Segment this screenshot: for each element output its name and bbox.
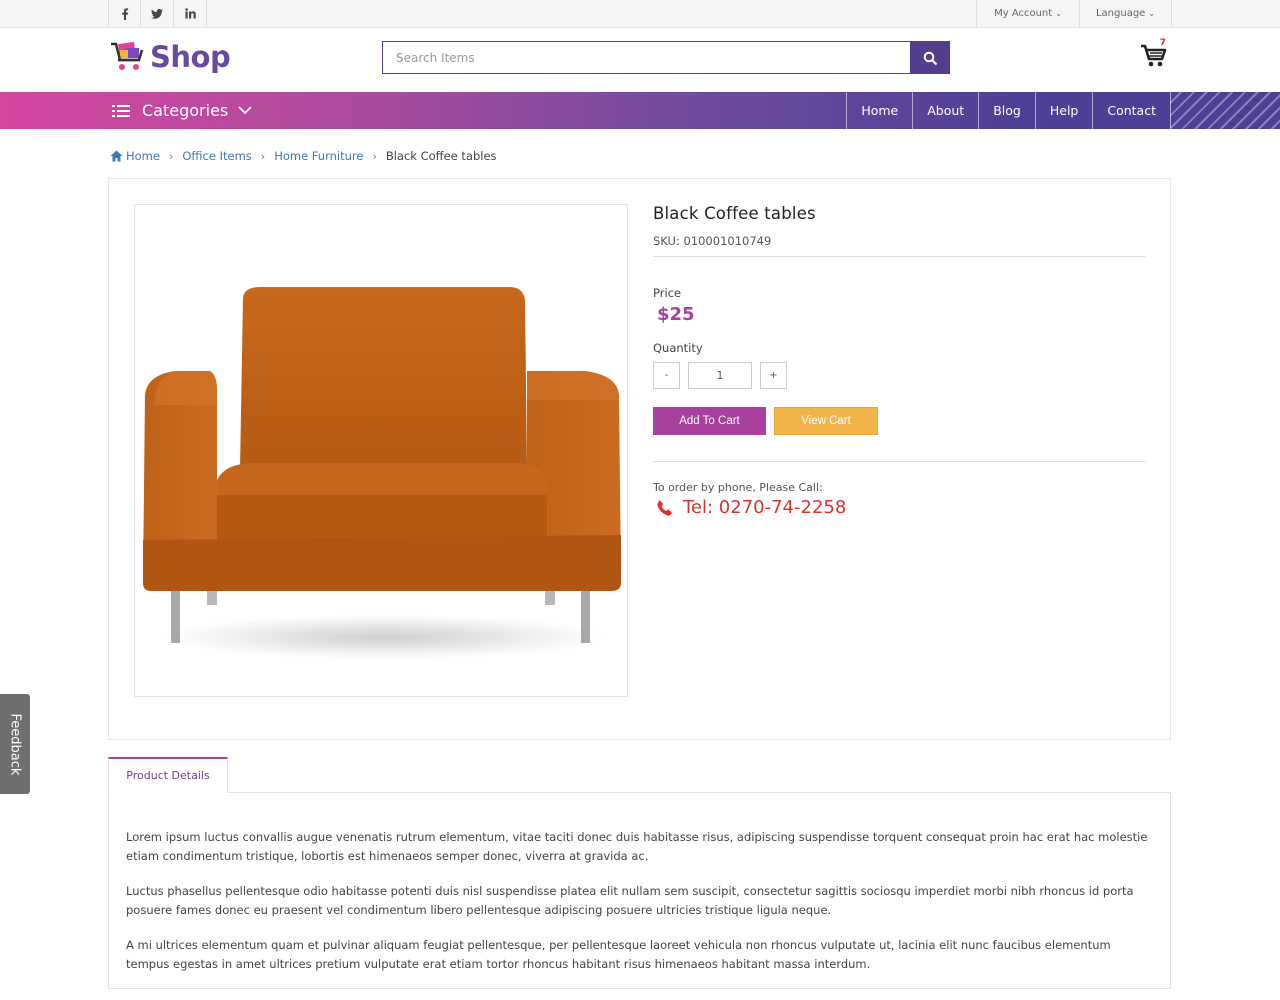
product-sku: SKU: 010001010749 [653,234,772,248]
view-cart-button[interactable]: View Cart [774,407,878,435]
logo-text: Shop [150,40,231,74]
product-image [134,204,628,697]
chevron-down-icon: ⌄ [1148,9,1156,18]
search-input[interactable] [382,41,910,74]
quantity-decrease-button[interactable]: - [653,362,680,389]
quantity-label: Quantity [653,341,703,355]
chevron-down-icon [238,106,252,115]
nav-item-home[interactable]: Home [846,92,912,129]
breadcrumb-home[interactable]: Home [110,149,160,163]
chevron-right-icon: › [260,149,266,163]
chevron-right-icon: › [372,149,377,163]
details-paragraph: A mi ultrices elementum quam et pulvinar… [126,938,1111,971]
breadcrumb: Home › Office Items › Home Furniture › B… [110,149,497,163]
quantity-increase-button[interactable]: + [760,362,787,389]
product-info: Black Coffee tables SKU: 010001010749 Pr… [653,204,1146,518]
twitter-icon[interactable] [141,0,174,27]
cart-button[interactable]: 7 [1139,38,1171,72]
categories-label: Categories [142,101,229,120]
header: Shop 7 [0,28,1280,92]
nav-item-about[interactable]: About [912,92,978,129]
categories-dropdown[interactable]: Categories [112,92,252,129]
top-bar: My Account ⌄ Language ⌄ [0,0,1280,28]
breadcrumb-home-furniture[interactable]: Home Furniture [274,149,363,163]
social-links [108,0,207,27]
nav-item-contact[interactable]: Contact [1092,92,1171,129]
my-account-label: My Account [994,8,1053,19]
facebook-icon[interactable] [108,0,141,27]
chevron-down-icon: ⌄ [1055,9,1062,18]
armchair-image [143,287,621,659]
chevron-right-icon: › [168,149,174,163]
home-icon [110,150,123,162]
breadcrumb-office-items[interactable]: Office Items [182,149,251,163]
nav-item-help[interactable]: Help [1034,92,1093,129]
product-price: $25 [657,304,695,325]
phone-icon [657,500,673,516]
search-bar [382,41,950,74]
breadcrumb-home-label: Home [126,149,160,163]
nav-menu: Home About Blog Help Contact [846,92,1171,129]
cart-actions: Add To Cart View Cart [653,407,1146,435]
phone-number-text: Tel: 0270-74-2258 [683,497,847,518]
details-paragraph: Lorem ipsum luctus convallis augue venen… [126,830,1148,863]
main-nav: Categories Home About Blog Help Contact [0,92,1280,129]
details-paragraph: Luctus phasellus pellentesque odio habit… [126,884,1134,917]
language-label: Language [1095,8,1146,19]
phone-order-label: To order by phone, Please Call: [653,481,823,494]
search-button[interactable] [910,41,950,74]
quantity-stepper: - 1 + [653,362,1146,389]
product-details-panel: Lorem ipsum luctus convallis augue venen… [108,792,1171,989]
tab-product-details[interactable]: Product Details [108,757,228,793]
add-to-cart-button[interactable]: Add To Cart [653,407,766,435]
list-icon [112,104,130,117]
phone-number[interactable]: Tel: 0270-74-2258 [657,497,1146,518]
divider [653,461,1146,462]
nav-decoration [1170,92,1280,129]
shop-logo[interactable]: Shop [110,40,231,74]
top-bar-dropdowns: My Account ⌄ Language ⌄ [976,0,1172,27]
feedback-button[interactable]: Feedback [0,694,30,794]
cart-count-badge: 7 [1159,38,1166,48]
language-dropdown[interactable]: Language ⌄ [1079,0,1172,27]
quantity-input[interactable]: 1 [688,362,752,389]
search-icon [923,51,937,65]
nav-item-blog[interactable]: Blog [978,92,1035,129]
shopping-cart-logo-icon [111,41,144,70]
feedback-label: Feedback [7,713,23,775]
price-label: Price [653,286,682,300]
product-title: Black Coffee tables [653,204,816,223]
linkedin-icon[interactable] [174,0,207,27]
my-account-dropdown[interactable]: My Account ⌄ [976,0,1079,27]
product-box: Black Coffee tables SKU: 010001010749 Pr… [108,178,1171,740]
divider [653,256,1146,257]
breadcrumb-current: Black Coffee tables [385,149,497,163]
